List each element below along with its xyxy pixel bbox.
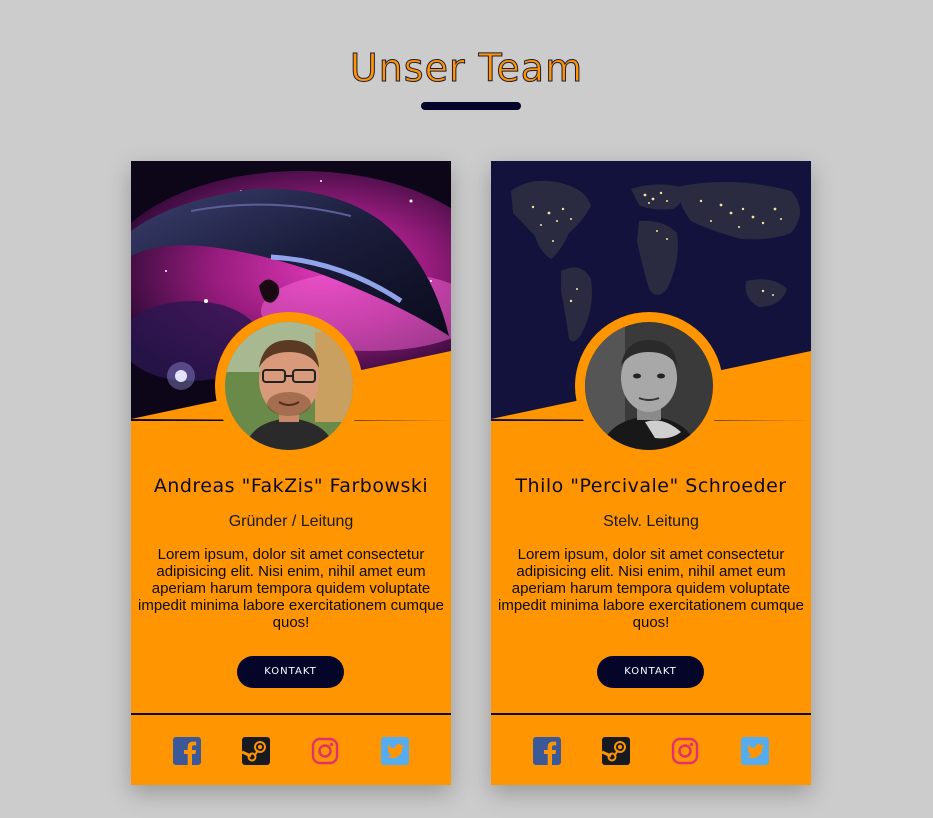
- member-role: Gründer / Leitung: [228, 513, 354, 530]
- card-divider: [131, 713, 451, 715]
- steam-icon[interactable]: [602, 737, 630, 765]
- member-role: Stelv. Leitung: [603, 513, 699, 530]
- twitter-icon[interactable]: [741, 737, 769, 765]
- twitter-icon[interactable]: [381, 737, 409, 765]
- member-bio: Lorem ipsum, dolor sit amet consectetur …: [498, 546, 804, 631]
- page-title: Unser Team: [349, 46, 584, 91]
- instagram-icon[interactable]: [311, 737, 339, 765]
- instagram-icon[interactable]: [671, 737, 699, 765]
- team-card: Thilo "Percivale" Schroeder Stelv. Leitu…: [491, 161, 811, 785]
- avatar: [585, 322, 713, 450]
- contact-button[interactable]: KONTAKT: [597, 656, 704, 688]
- card-divider: [491, 713, 811, 715]
- avatar-ring: [215, 312, 363, 460]
- avatar: [225, 322, 353, 450]
- steam-icon[interactable]: [242, 737, 270, 765]
- member-name: Thilo "Percivale" Schroeder: [515, 475, 787, 497]
- member-name: Andreas "FakZis" Farbowski: [153, 475, 429, 497]
- facebook-icon[interactable]: [173, 737, 201, 765]
- team-card: Andreas "FakZis" Farbowski Gründer / Lei…: [131, 161, 451, 785]
- contact-button[interactable]: KONTAKT: [237, 656, 344, 688]
- title-underline: [421, 102, 521, 110]
- member-bio: Lorem ipsum, dolor sit amet consectetur …: [138, 546, 444, 631]
- facebook-icon[interactable]: [533, 737, 561, 765]
- avatar-ring: [575, 312, 723, 460]
